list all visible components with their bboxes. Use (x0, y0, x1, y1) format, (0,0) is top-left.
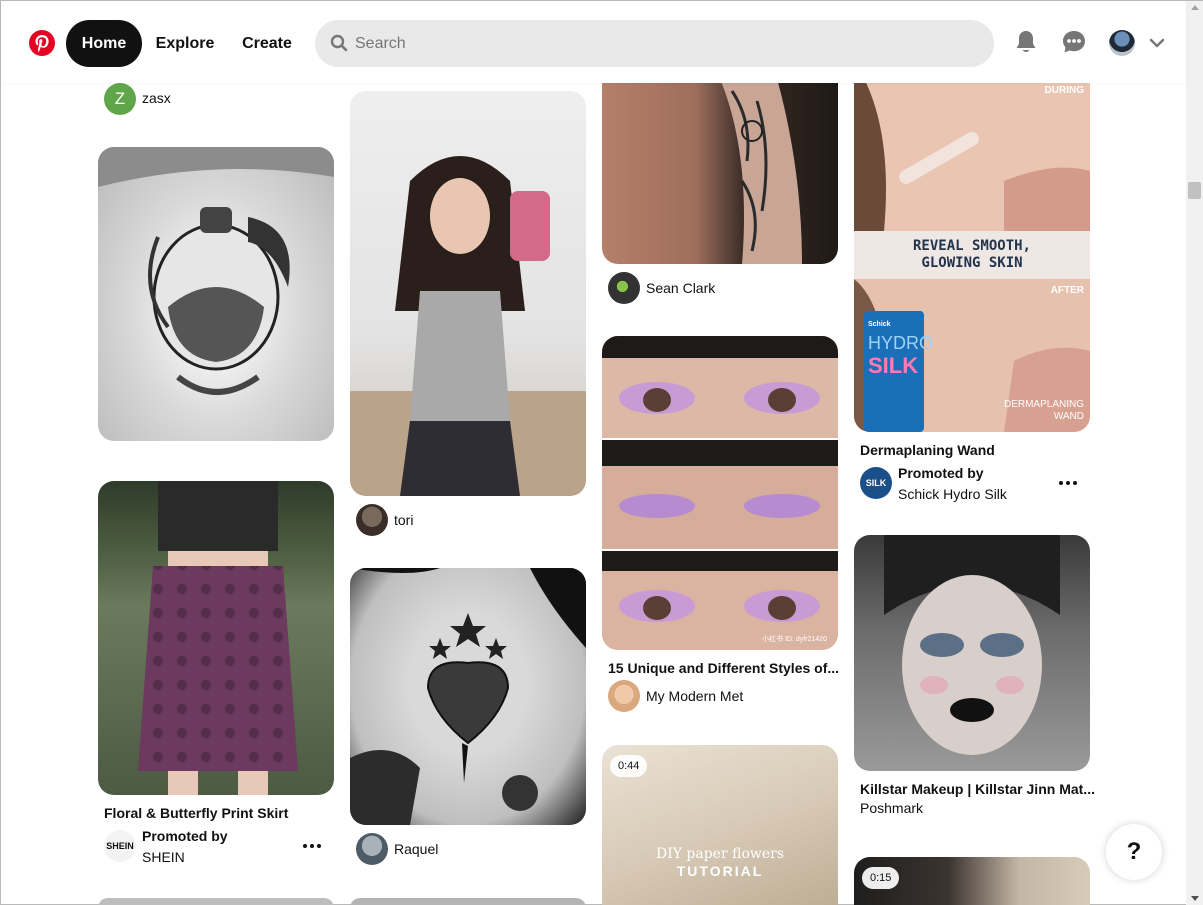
pin-image-partial[interactable] (98, 898, 334, 905)
creator-name[interactable]: zasx (142, 90, 171, 106)
ad-brand: HYDRO (868, 333, 934, 353)
ad-label-during: DURING (1044, 85, 1084, 96)
pinterest-logo[interactable] (29, 30, 55, 56)
nav-home[interactable]: Home (66, 20, 142, 67)
potion-tattoo-art (98, 147, 334, 395)
avatar[interactable] (1109, 30, 1135, 56)
pin-image-video[interactable]: 0:15 (854, 857, 1090, 905)
creator-name[interactable]: Raquel (394, 841, 438, 857)
ad-brand: SILK (868, 353, 919, 378)
skirt-photo-art (138, 481, 298, 795)
creator-avatar[interactable] (356, 504, 388, 536)
ad-brand: Schick (868, 321, 891, 328)
search-placeholder: Search (355, 35, 406, 52)
creator-name[interactable]: My Modern Met (646, 688, 743, 704)
creator-name[interactable]: Poshmark (860, 800, 923, 816)
pin-title[interactable]: Floral & Butterfly Print Skirt (104, 805, 288, 821)
pin-title[interactable]: 15 Unique and Different Styles of... (608, 660, 839, 676)
promoter-name[interactable]: SHEIN (142, 849, 185, 865)
pin-image-eye-makeup[interactable]: 小红书 ID: dyfr21420 (602, 336, 838, 650)
creator-name[interactable]: Sean Clark (646, 280, 715, 296)
bell-icon[interactable] (1013, 29, 1039, 55)
video-duration-badge: 0:44 (610, 755, 648, 777)
video-overlay-subtitle: TUTORIAL (676, 863, 764, 879)
video-duration-badge: 0:15 (862, 867, 900, 889)
pin-feed: Z zasx Floral & Butterfly Print Skirt SH… (1, 1, 1186, 905)
help-button[interactable]: ? (1106, 824, 1162, 880)
more-options-icon[interactable] (1058, 479, 1080, 487)
pin-image-dermaplaning-ad[interactable]: DURING REVEAL SMOOTH, GLOWING SKIN AFTER… (854, 61, 1090, 432)
creator-avatar[interactable] (356, 833, 388, 865)
watermark-text: 小红书 ID: dyfr21420 (762, 636, 827, 643)
pin-image-mirror-selfie[interactable] (350, 91, 586, 496)
creator-avatar[interactable]: Z (104, 83, 136, 115)
pin-image-diy-video[interactable]: 0:44 DIY paper flowers TUTORIAL (602, 745, 838, 905)
pin-image-tattoo-potion[interactable] (98, 147, 334, 441)
scrollbar[interactable] (1186, 1, 1203, 905)
pin-title[interactable]: Dermaplaning Wand (860, 442, 995, 458)
pin-image-skirt[interactable] (98, 481, 334, 795)
promoter-avatar[interactable]: SHEIN (104, 830, 136, 862)
search-input[interactable]: Search (315, 20, 994, 67)
pin-image-partial[interactable] (350, 898, 586, 905)
ad-headline: GLOWING SKIN (921, 255, 1023, 271)
promoter-avatar[interactable]: SILK (860, 467, 892, 499)
scroll-down-icon[interactable] (1191, 896, 1199, 901)
search-icon (330, 34, 348, 52)
scroll-thumb[interactable] (1188, 182, 1201, 199)
snake-tattoo-art (350, 568, 586, 825)
ad-label-product: DERMAPLANING (1003, 399, 1084, 410)
nav-create[interactable]: Create (231, 20, 303, 67)
scroll-up-icon[interactable] (1191, 5, 1199, 10)
message-icon[interactable] (1061, 29, 1087, 55)
ad-headline: REVEAL SMOOTH, (912, 238, 1031, 254)
promoter-name[interactable]: Schick Hydro Silk (898, 486, 1007, 502)
creator-name[interactable]: tori (394, 512, 413, 528)
top-nav-bar: Home Explore Create Search (1, 1, 1186, 83)
selfie-photo-art (350, 156, 586, 496)
pin-title[interactable]: Killstar Makeup | Killstar Jinn Mat... (860, 781, 1095, 797)
video-overlay-title: DIY paper flowers (655, 846, 785, 862)
promoted-by-label: Promoted by (142, 828, 228, 844)
goth-makeup-art (884, 535, 1060, 755)
nav-explore[interactable]: Explore (146, 20, 224, 67)
pin-image-snake-tattoo[interactable] (350, 568, 586, 825)
ad-label-after: AFTER (1050, 285, 1084, 296)
more-options-icon[interactable] (302, 842, 324, 850)
eye-makeup-art (602, 336, 838, 650)
pin-image-arm-tattoo[interactable] (602, 61, 838, 264)
pin-image-goth-makeup[interactable] (854, 535, 1090, 771)
creator-avatar[interactable] (608, 680, 640, 712)
arm-tattoo-art (712, 61, 802, 264)
chevron-down-icon[interactable] (1149, 35, 1165, 51)
ad-label-product: WAND (1053, 411, 1084, 422)
promoted-by-label: Promoted by (898, 465, 984, 481)
creator-avatar[interactable] (608, 272, 640, 304)
